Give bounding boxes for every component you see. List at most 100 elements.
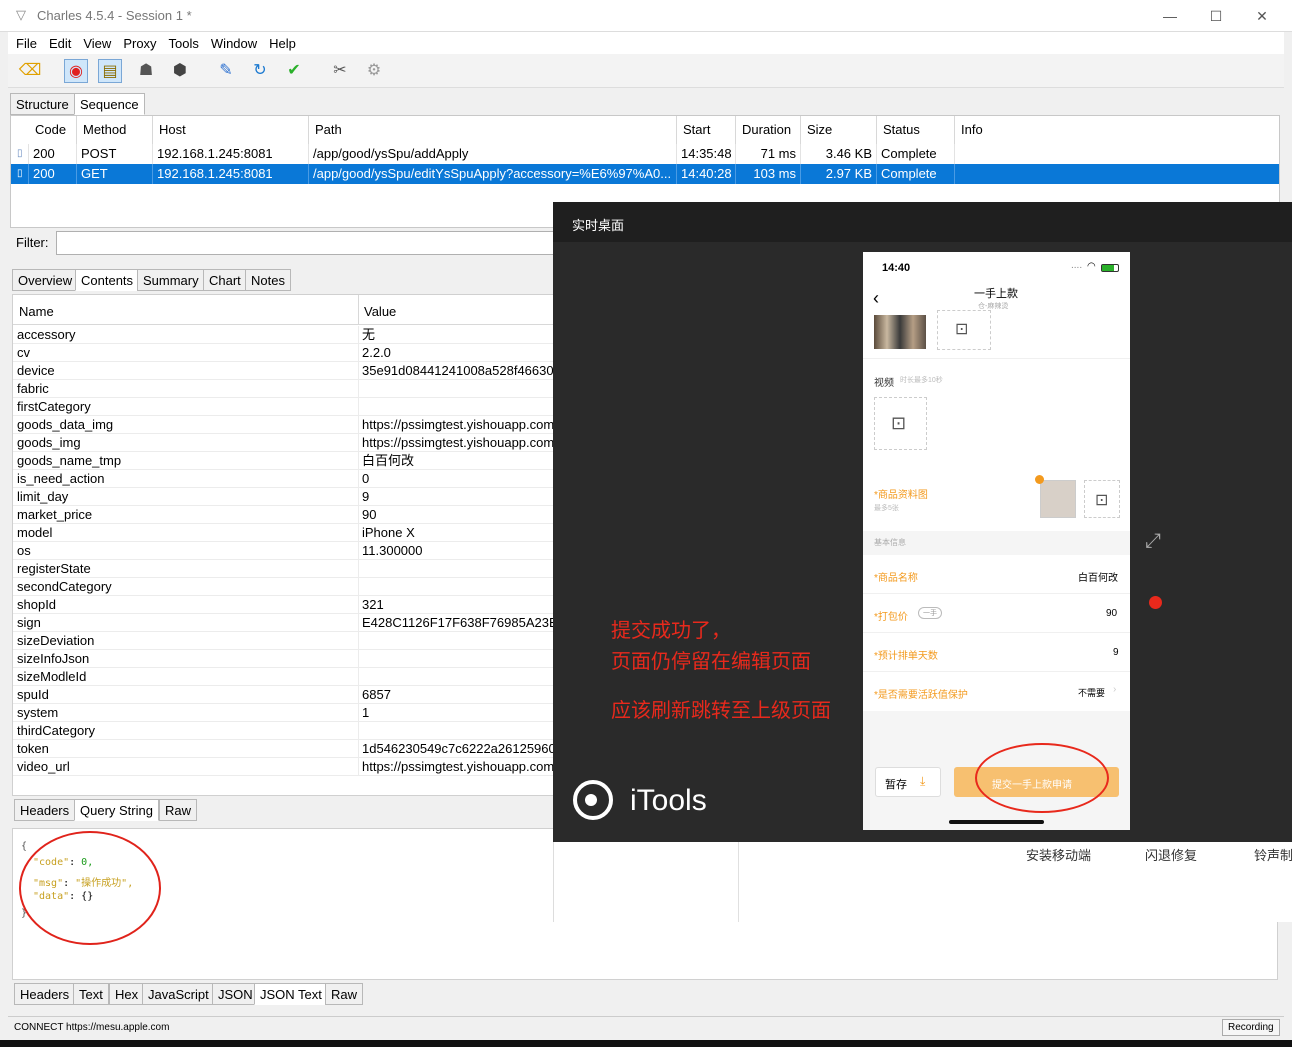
param-value-header[interactable]: Value [364,304,396,319]
tab-structure[interactable]: Structure [10,93,75,115]
tab-notes[interactable]: Notes [245,269,291,291]
table-row[interactable]: goods_img https://pssimgtest.yishouapp.co… [13,434,554,452]
table-row[interactable]: ▯ 200 POST 192.168.1.245:8081 /app/good/… [11,144,1279,164]
col-start[interactable]: Start [677,116,736,144]
table-row[interactable]: firstCategory [13,398,554,416]
col-method[interactable]: Method [77,116,153,144]
tab-overview[interactable]: Overview [12,269,79,291]
col-host[interactable]: Host [153,116,309,144]
add-photo-button[interactable]: ⊡ [937,310,991,350]
check-icon[interactable]: ✔ [282,59,306,83]
param-value: 90 [362,507,377,522]
cell-path: /app/good/ysSpu/editYsSpuApply?accessory… [309,164,677,184]
tab-resp-javascript[interactable]: JavaScript [142,983,215,1005]
record-icon[interactable]: ◉ [64,59,88,83]
menu-tools[interactable]: Tools [161,32,203,51]
tab-resp-raw[interactable]: Raw [325,983,364,1005]
table-row[interactable]: os 11.300000 [13,542,554,560]
table-row[interactable]: fabric [13,380,554,398]
table-row[interactable]: secondCategory [13,578,554,596]
material-thumbnail[interactable] [1040,480,1076,518]
table-row[interactable]: spuId 6857 [13,686,554,704]
col-duration[interactable]: Duration [736,116,801,144]
col-info[interactable]: Info [955,116,1279,144]
menu-file[interactable]: File [8,32,41,51]
table-row[interactable]: goods_data_img https://pssimgtest.yishoua… [13,416,554,434]
tab-sequence[interactable]: Sequence [74,93,145,115]
tab-chart[interactable]: Chart [203,269,247,291]
menu-view[interactable]: View [75,32,115,51]
table-row[interactable]: accessory 无 [13,326,554,344]
menu-proxy[interactable]: Proxy [115,32,160,51]
menu-edit[interactable]: Edit [41,32,75,51]
record-dot-icon[interactable] [1149,596,1162,609]
save-draft-button[interactable]: 暂存 ⤓ [875,767,941,797]
table-row[interactable]: thirdCategory [13,722,554,740]
tab-resp-hex[interactable]: Hex [109,983,145,1005]
menu-window[interactable]: Window [203,32,261,51]
table-row[interactable]: goods_name_tmp 白百何改 [13,452,554,470]
remove-badge-icon[interactable] [1035,475,1044,484]
form-row-name[interactable]: *商品名称 白百何改 [863,555,1130,594]
tab-resp-text[interactable]: Text [73,983,109,1005]
video-hint: 时长最多10秒 [900,377,943,384]
menu-help[interactable]: Help [261,32,300,51]
maximize-button[interactable]: ☐ [1193,0,1239,32]
col-size[interactable]: Size [801,116,877,144]
tab-req-raw[interactable]: Raw [159,799,198,821]
form-row-protect[interactable]: *是否需要活跃值保护 不需要 › [863,672,1130,711]
col-status[interactable]: Status [877,116,955,144]
tab-resp-json-text[interactable]: JSON Text [254,983,328,1005]
tab-contents[interactable]: Contents [75,269,140,291]
link-crash-fix[interactable]: 闪退修复 [1145,845,1197,864]
col-code[interactable]: Code [29,116,77,144]
form-row-days[interactable]: *预计排单天数 9 [863,633,1130,672]
close-button[interactable]: ✕ [1239,0,1285,32]
taskbar-edge [0,1040,1292,1047]
add-video-button[interactable]: ⊡ [874,397,927,450]
tab-req-headers[interactable]: Headers [14,799,76,821]
table-row-selected[interactable]: ▯ 200 GET 192.168.1.245:8081 /app/good/y… [11,164,1279,184]
table-row[interactable]: system 1 [13,704,554,722]
tab-summary[interactable]: Summary [137,269,205,291]
table-row[interactable]: video_url https://pssimgtest.yishouapp.co… [13,758,554,776]
table-row[interactable]: sizeModleId [13,668,554,686]
tab-resp-json[interactable]: JSON [212,983,259,1005]
table-row[interactable]: model iPhone X [13,524,554,542]
table-row[interactable]: shopId 321 [13,596,554,614]
refresh-icon[interactable]: ↻ [248,59,272,83]
table-row[interactable]: sizeInfoJson [13,650,554,668]
param-value: 6857 [362,687,391,702]
table-row[interactable]: sizeDeviation [13,632,554,650]
pen-icon[interactable]: ✎ [214,59,238,83]
back-chevron-icon[interactable]: ‹ [873,288,879,309]
turtle-icon[interactable]: ☗ [134,59,158,83]
throttle-icon[interactable]: ▤ [98,59,122,83]
product-photo[interactable] [874,315,926,349]
table-row[interactable]: cv 2.2.0 [13,344,554,362]
table-row[interactable]: sign E428C1126F17F638F76985A23B2 [13,614,554,632]
filter-input[interactable] [56,231,556,255]
table-row[interactable]: limit_day 9 [13,488,554,506]
tab-query-string[interactable]: Query String [74,799,159,821]
form-row-price[interactable]: *打包价 一手 90 [863,594,1130,633]
link-install[interactable]: 安装移动端 [1026,845,1091,864]
param-name-header[interactable]: Name [19,304,54,319]
tools-icon[interactable]: ✂ [328,59,352,83]
table-row[interactable]: token 1d546230549c7c6222a26125960 [13,740,554,758]
param-value: E428C1126F17F638F76985A23B2 [362,615,554,630]
add-material-button[interactable]: ⊡ [1084,480,1120,518]
broom-icon[interactable]: ⌫ [18,59,42,83]
expand-icon[interactable]: ⤢ [1145,530,1161,553]
minimize-button[interactable]: — [1147,0,1193,32]
hexagon-icon[interactable]: ⬢ [168,59,192,83]
table-row[interactable]: market_price 90 [13,506,554,524]
table-row[interactable]: device 35e91d08441241008a528f46630e [13,362,554,380]
link-ringtone[interactable]: 铃声制 [1254,845,1292,864]
gear-icon[interactable]: ⚙ [362,59,386,83]
col-path[interactable]: Path [309,116,677,144]
table-row[interactable]: registerState [13,560,554,578]
table-row[interactable]: is_need_action 0 [13,470,554,488]
recording-badge[interactable]: Recording [1222,1019,1280,1036]
tab-resp-headers[interactable]: Headers [14,983,76,1005]
